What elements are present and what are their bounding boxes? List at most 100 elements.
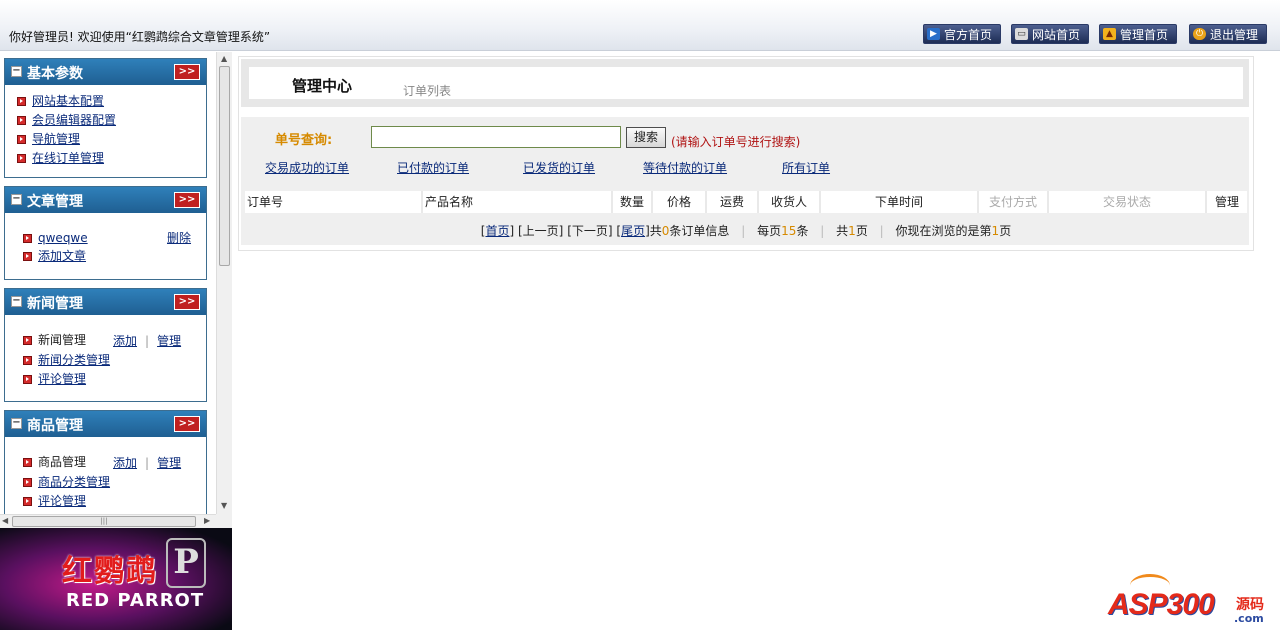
sidebar-link[interactable]: 导航管理 xyxy=(32,132,80,146)
admin-home-button[interactable]: ▲ 管理首页 xyxy=(1099,24,1177,44)
sidebar-link[interactable]: qweqwe xyxy=(38,231,88,245)
delete-link[interactable]: 删除 xyxy=(167,231,191,245)
welcome-text: 你好管理员! 欢迎使用“红鹦鹉综合文章管理系统” xyxy=(9,30,271,44)
sidebar-item-news-category[interactable]: 新闻分类管理 xyxy=(23,352,110,368)
col-manage: 管理 xyxy=(1207,191,1247,213)
sidebar-item-article[interactable]: qweqwe xyxy=(23,230,88,246)
sidebar-link[interactable]: 会员编辑器配置 xyxy=(32,113,116,127)
filter-successful-orders[interactable]: 交易成功的订单 xyxy=(265,159,349,176)
first-page-link[interactable]: 首页 xyxy=(485,224,509,238)
collapse-icon[interactable]: − xyxy=(11,194,22,205)
title-bar: 管理中心 订单列表 xyxy=(241,59,1249,107)
scroll-right-icon[interactable]: ▶ xyxy=(204,516,210,525)
play-icon: ▶ xyxy=(927,28,940,40)
filter-shipped-orders[interactable]: 已发货的订单 xyxy=(523,159,595,176)
logout-button[interactable]: ⏻ 退出管理 xyxy=(1189,24,1267,44)
manage-product-link[interactable]: 管理 xyxy=(157,456,181,470)
sidebar-item-navigation[interactable]: 导航管理 xyxy=(17,131,80,147)
logo-chinese-text: 红鹦鹉 xyxy=(62,554,158,589)
asp300-watermark: ASP300 源码 .com xyxy=(1108,574,1278,628)
sidebar-item-site-config[interactable]: 网站基本配置 xyxy=(17,93,104,109)
sidebar-horizontal-scrollbar[interactable]: ◀ ||| ▶ xyxy=(0,514,216,528)
sidebar-vertical-scrollbar[interactable]: ▲ ▼ xyxy=(216,52,232,515)
panel-toggle-button[interactable]: >> xyxy=(174,416,200,432)
add-news-link[interactable]: 添加 xyxy=(113,334,137,348)
admin-home-label: 管理首页 xyxy=(1120,28,1169,42)
sidebar-link[interactable]: 添加文章 xyxy=(38,249,86,263)
collapse-icon[interactable]: − xyxy=(11,296,22,307)
power-icon: ⏻ xyxy=(1193,28,1206,40)
panel-title: 基本参数 xyxy=(27,66,83,82)
manage-news-link[interactable]: 管理 xyxy=(157,334,181,348)
panel-toggle-button[interactable]: >> xyxy=(174,294,200,310)
watermark-text: ASP300 xyxy=(1108,588,1215,621)
collapse-icon[interactable]: − xyxy=(11,66,22,77)
search-button[interactable]: 搜索 xyxy=(626,127,666,148)
arrow-bullet-icon xyxy=(23,356,32,365)
sidebar-item-member-editor[interactable]: 会员编辑器配置 xyxy=(17,112,116,128)
arrow-bullet-icon xyxy=(23,336,32,345)
product-ops: 添加 | 管理 xyxy=(113,456,182,470)
order-number-input[interactable] xyxy=(371,126,621,148)
pagination: [首页] [上一页] [下一页] [尾页]共0条订单信息 | 每页15条 | 共… xyxy=(480,224,1012,238)
red-parrot-logo: 红鹦鹉 P RED PARROT xyxy=(0,528,232,630)
col-receiver: 收货人 xyxy=(759,191,819,213)
sidebar-item-news: 新闻管理 xyxy=(23,332,86,348)
scroll-thumb[interactable] xyxy=(219,66,230,266)
panel-header: − 商品管理 >> xyxy=(5,411,206,437)
arrow-bullet-icon xyxy=(23,234,32,243)
col-order-no: 订单号 xyxy=(245,191,421,213)
sidebar-item-news-comments[interactable]: 评论管理 xyxy=(23,371,86,387)
panel-body: 网站基本配置 会员编辑器配置 导航管理 在线订单管理 xyxy=(5,87,206,177)
monitor-icon: ▭ xyxy=(1015,28,1028,40)
site-home-button[interactable]: ▭ 网站首页 xyxy=(1011,24,1089,44)
sidebar-item-product-comments[interactable]: 评论管理 xyxy=(23,493,86,509)
sidebar-link[interactable]: 评论管理 xyxy=(38,372,86,386)
panel-header: − 文章管理 >> xyxy=(5,187,206,213)
last-page-link[interactable]: 尾页 xyxy=(621,224,645,238)
page-count: 1 xyxy=(848,224,856,238)
col-shipping: 运费 xyxy=(707,191,757,213)
sidebar-link[interactable]: 新闻分类管理 xyxy=(38,353,110,367)
logo-english-text: RED PARROT xyxy=(66,590,205,611)
scroll-up-icon[interactable]: ▲ xyxy=(221,54,227,63)
filter-paid-orders[interactable]: 已付款的订单 xyxy=(397,159,469,176)
sidebar-item-online-orders[interactable]: 在线订单管理 xyxy=(17,150,104,166)
filter-all-orders[interactable]: 所有订单 xyxy=(782,159,830,176)
sidebar-link[interactable]: 在线订单管理 xyxy=(32,151,104,165)
scroll-down-icon[interactable]: ▼ xyxy=(221,501,227,510)
news-ops: 添加 | 管理 xyxy=(113,334,182,348)
main-content: 管理中心 订单列表 单号查询: 搜索 (请输入订单号进行搜索) 交易成功的订单 … xyxy=(238,56,1254,251)
sidebar-link[interactable]: 网站基本配置 xyxy=(32,94,104,108)
sidebar-item-add-article[interactable]: 添加文章 xyxy=(23,248,86,264)
delete-article-link[interactable]: 删除 xyxy=(167,230,191,246)
arrow-bullet-icon xyxy=(23,497,32,506)
add-product-link[interactable]: 添加 xyxy=(113,456,137,470)
filter-pending-payment-orders[interactable]: 等待付款的订单 xyxy=(643,159,727,176)
orders-table-header: 订单号 产品名称 数量 价格 运费 收货人 下单时间 支付方式 交易状态 管理 xyxy=(245,191,1247,213)
panel-title: 新闻管理 xyxy=(27,296,83,312)
collapse-icon[interactable]: − xyxy=(11,418,22,429)
scroll-left-icon[interactable]: ◀ xyxy=(2,516,8,525)
official-home-button[interactable]: ▶ 官方首页 xyxy=(923,24,1001,44)
sidebar-label: 商品管理 xyxy=(38,455,87,469)
title-panel: 管理中心 订单列表 xyxy=(249,67,1243,99)
official-home-label: 官方首页 xyxy=(944,28,993,42)
panel-body: 新闻管理 添加 | 管理 新闻分类管理 评论管理 xyxy=(5,317,206,401)
warning-icon: ▲ xyxy=(1103,28,1116,40)
sidebar-item-product-category[interactable]: 商品分类管理 xyxy=(23,474,110,490)
arrow-bullet-icon xyxy=(23,252,32,261)
scroll-thumb[interactable]: ||| xyxy=(12,516,196,527)
prev-page-link[interactable]: [上一页] xyxy=(518,224,563,238)
panel-header: − 新闻管理 >> xyxy=(5,289,206,315)
sidebar-link[interactable]: 评论管理 xyxy=(38,494,86,508)
panel-news-management: − 新闻管理 >> 新闻管理 添加 | 管理 新闻分类管理 评论管理 xyxy=(4,288,207,402)
search-hint: (请输入订单号进行搜索) xyxy=(671,135,801,149)
col-trade-status: 交易状态 xyxy=(1049,191,1205,213)
sidebar-link[interactable]: 商品分类管理 xyxy=(38,475,110,489)
arrow-bullet-icon xyxy=(23,375,32,384)
panel-toggle-button[interactable]: >> xyxy=(174,64,200,80)
panel-toggle-button[interactable]: >> xyxy=(174,192,200,208)
next-page-link[interactable]: [下一页] xyxy=(567,224,612,238)
site-home-label: 网站首页 xyxy=(1032,28,1081,42)
